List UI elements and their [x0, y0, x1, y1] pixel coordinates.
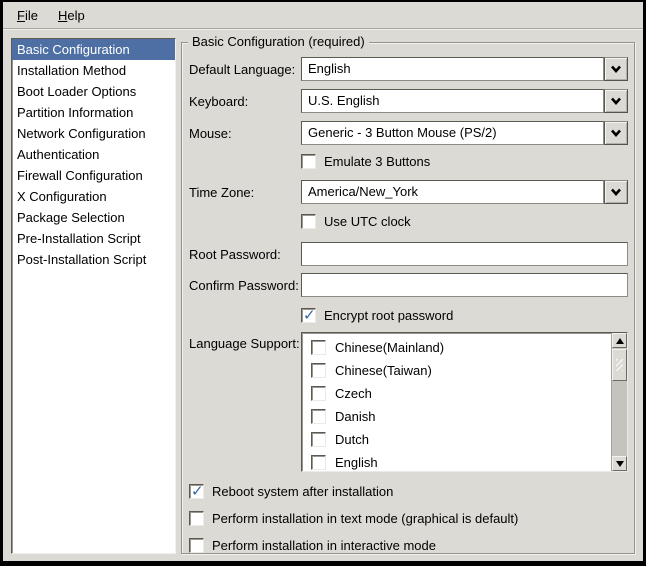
mouse-value[interactable]: Generic - 3 Button Mouse (PS/2)	[301, 121, 604, 145]
reboot-after-install-checkbox[interactable]	[189, 484, 204, 499]
emulate-3-buttons-row: Emulate 3 Buttons	[301, 153, 628, 170]
list-item[interactable]: Danish	[303, 405, 610, 428]
use-utc-label: Use UTC clock	[324, 214, 411, 229]
sidebar-item-network-configuration[interactable]: Network Configuration	[12, 123, 175, 144]
text-mode-install-label: Perform installation in text mode (graph…	[212, 511, 518, 526]
language-danish-checkbox[interactable]	[311, 409, 326, 424]
menu-file[interactable]: File	[7, 4, 48, 27]
language-chinese-taiwan-label: Chinese(Taiwan)	[335, 363, 432, 378]
sidebar-item-installation-method[interactable]: Installation Method	[12, 60, 175, 81]
encrypt-root-password-row: Encrypt root password	[301, 307, 628, 324]
language-support-list[interactable]: Chinese(Mainland) Chinese(Taiwan) Czech	[301, 332, 628, 472]
root-password-label: Root Password:	[189, 247, 301, 262]
list-item[interactable]: Chinese(Taiwan)	[303, 359, 610, 382]
keyboard-dropdown-button[interactable]	[604, 89, 628, 113]
kickstart-configurator-window: File Help Basic Configuration Installati…	[0, 0, 646, 566]
list-item[interactable]: English	[303, 451, 610, 471]
sidebar-item-partition-information[interactable]: Partition Information	[12, 102, 175, 123]
scroll-down-button[interactable]	[612, 456, 627, 471]
default-language-value[interactable]: English	[301, 57, 604, 81]
menu-help[interactable]: Help	[48, 4, 95, 27]
keyboard-combo[interactable]: U.S. English	[301, 89, 628, 113]
basic-configuration-groupbox: Basic Configuration (required) Default L…	[181, 42, 635, 554]
sidebar-item-firewall-configuration[interactable]: Firewall Configuration	[12, 165, 175, 186]
default-language-dropdown-button[interactable]	[604, 57, 628, 81]
keyboard-value[interactable]: U.S. English	[301, 89, 604, 113]
default-language-label: Default Language:	[189, 62, 301, 77]
language-chinese-mainland-label: Chinese(Mainland)	[335, 340, 444, 355]
default-language-combo[interactable]: English	[301, 57, 628, 81]
reboot-after-install-row: Reboot system after installation	[189, 483, 628, 500]
language-czech-checkbox[interactable]	[311, 386, 326, 401]
language-list-scrollbar[interactable]	[611, 333, 627, 471]
mouse-dropdown-button[interactable]	[604, 121, 628, 145]
groupbox-content: Default Language: English Keyboard: U.S.…	[182, 43, 634, 553]
time-zone-combo[interactable]: America/New_York	[301, 180, 628, 204]
time-zone-dropdown-button[interactable]	[604, 180, 628, 204]
language-dutch-checkbox[interactable]	[311, 432, 326, 447]
mouse-combo[interactable]: Generic - 3 Button Mouse (PS/2)	[301, 121, 628, 145]
reboot-after-install-label: Reboot system after installation	[212, 484, 393, 499]
sidebar-item-post-installation-script[interactable]: Post-Installation Script	[12, 249, 175, 270]
language-english-checkbox[interactable]	[311, 455, 326, 470]
sidebar-item-authentication[interactable]: Authentication	[12, 144, 175, 165]
chevron-down-icon	[610, 62, 622, 77]
language-czech-label: Czech	[335, 386, 372, 401]
sidebar-item-package-selection[interactable]: Package Selection	[12, 207, 175, 228]
keyboard-label: Keyboard:	[189, 94, 301, 109]
chevron-down-icon	[610, 94, 622, 109]
confirm-password-field[interactable]	[301, 273, 628, 297]
interactive-mode-install-row: Perform installation in interactive mode	[189, 537, 628, 553]
language-dutch-label: Dutch	[335, 432, 369, 447]
root-password-field[interactable]	[301, 242, 628, 266]
emulate-3-buttons-checkbox[interactable]	[301, 154, 316, 169]
interactive-mode-install-label: Perform installation in interactive mode	[212, 538, 436, 553]
section-list: Basic Configuration Installation Method …	[11, 38, 176, 554]
chevron-down-icon	[610, 185, 622, 200]
chevron-down-icon	[610, 126, 622, 141]
sidebar-item-boot-loader-options[interactable]: Boot Loader Options	[12, 81, 175, 102]
menu-bar: File Help	[3, 2, 643, 29]
sidebar-item-basic-configuration[interactable]: Basic Configuration	[12, 39, 175, 60]
confirm-password-label: Confirm Password:	[189, 278, 301, 293]
language-support-items: Chinese(Mainland) Chinese(Taiwan) Czech	[303, 336, 610, 471]
interactive-mode-install-checkbox[interactable]	[189, 538, 204, 553]
use-utc-row: Use UTC clock	[301, 213, 628, 230]
emulate-3-buttons-label: Emulate 3 Buttons	[324, 154, 430, 169]
language-chinese-taiwan-checkbox[interactable]	[311, 363, 326, 378]
scrollbar-thumb[interactable]	[612, 349, 627, 381]
language-support-label: Language Support:	[189, 332, 301, 351]
language-english-label: English	[335, 455, 378, 470]
encrypt-root-password-checkbox[interactable]	[301, 308, 316, 323]
use-utc-checkbox[interactable]	[301, 214, 316, 229]
list-item[interactable]: Dutch	[303, 428, 610, 451]
arrow-up-icon	[616, 338, 624, 344]
sidebar-item-pre-installation-script[interactable]: Pre-Installation Script	[12, 228, 175, 249]
list-item[interactable]: Chinese(Mainland)	[303, 336, 610, 359]
arrow-down-icon	[616, 461, 624, 467]
time-zone-value[interactable]: America/New_York	[301, 180, 604, 204]
scroll-up-button[interactable]	[612, 333, 627, 348]
list-item[interactable]: Czech	[303, 382, 610, 405]
encrypt-root-password-label: Encrypt root password	[324, 308, 453, 323]
mouse-label: Mouse:	[189, 126, 301, 141]
sidebar-item-x-configuration[interactable]: X Configuration	[12, 186, 175, 207]
time-zone-label: Time Zone:	[189, 185, 301, 200]
language-chinese-mainland-checkbox[interactable]	[311, 340, 326, 355]
language-danish-label: Danish	[335, 409, 375, 424]
text-mode-install-checkbox[interactable]	[189, 511, 204, 526]
text-mode-install-row: Perform installation in text mode (graph…	[189, 510, 628, 527]
